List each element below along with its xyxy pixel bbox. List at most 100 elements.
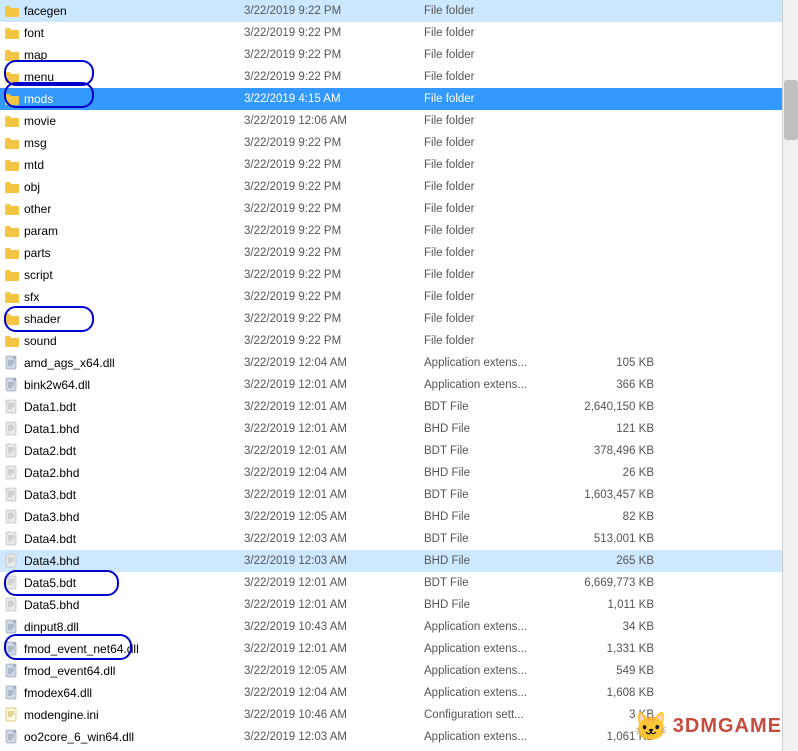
file-row[interactable]: parts 3/22/2019 9:22 PM File folder bbox=[0, 242, 798, 264]
file-row[interactable]: other 3/22/2019 9:22 PM File folder bbox=[0, 198, 798, 220]
file-date: 3/22/2019 12:01 AM bbox=[244, 577, 424, 589]
file-date: 3/22/2019 4:15 AM bbox=[244, 93, 424, 105]
file-row[interactable]: Data1.bdt 3/22/2019 12:01 AM BDT File 2,… bbox=[0, 396, 798, 418]
file-type: BHD File bbox=[424, 511, 584, 523]
folder-icon bbox=[4, 135, 20, 151]
file-row[interactable]: mods 3/22/2019 4:15 AM File folder bbox=[0, 88, 798, 110]
file-row[interactable]: sound 3/22/2019 9:22 PM File folder bbox=[0, 330, 798, 352]
dll-icon bbox=[4, 355, 20, 371]
file-row[interactable]: script 3/22/2019 9:22 PM File folder bbox=[0, 264, 798, 286]
file-date: 3/22/2019 12:01 AM bbox=[244, 445, 424, 457]
file-row[interactable]: shader 3/22/2019 9:22 PM File folder bbox=[0, 308, 798, 330]
file-type: Application extens... bbox=[424, 643, 584, 655]
file-label: facegen bbox=[24, 4, 67, 18]
file-label: Data5.bhd bbox=[24, 598, 79, 612]
file-icon bbox=[4, 597, 20, 613]
file-type: Application extens... bbox=[424, 621, 584, 633]
file-row[interactable]: movie 3/22/2019 12:06 AM File folder bbox=[0, 110, 798, 132]
file-icon bbox=[4, 421, 20, 437]
file-row[interactable]: menu 3/22/2019 9:22 PM File folder bbox=[0, 66, 798, 88]
file-row[interactable]: facegen 3/22/2019 9:22 PM File folder bbox=[0, 0, 798, 22]
file-row[interactable]: amd_ags_x64.dll 3/22/2019 12:04 AM Appli… bbox=[0, 352, 798, 374]
file-date: 3/22/2019 9:22 PM bbox=[244, 247, 424, 259]
ini-icon bbox=[4, 707, 20, 723]
file-icon bbox=[4, 399, 20, 415]
file-size: 6,669,773 KB bbox=[584, 577, 674, 589]
file-name: mods bbox=[4, 91, 244, 107]
dll-icon bbox=[4, 641, 20, 657]
file-label: Data1.bdt bbox=[24, 400, 76, 414]
file-icon bbox=[4, 553, 20, 569]
file-type: BHD File bbox=[424, 467, 584, 479]
file-label: Data3.bdt bbox=[24, 488, 76, 502]
folder-icon bbox=[4, 25, 20, 41]
file-row[interactable]: Data5.bdt 3/22/2019 12:01 AM BDT File 6,… bbox=[0, 572, 798, 594]
file-type: BDT File bbox=[424, 577, 584, 589]
file-type: File folder bbox=[424, 225, 584, 237]
file-row[interactable]: fmod_event_net64.dll 3/22/2019 12:01 AM … bbox=[0, 638, 798, 660]
file-size: 105 KB bbox=[584, 357, 674, 369]
file-label: shader bbox=[24, 312, 61, 326]
file-size: 513,001 KB bbox=[584, 533, 674, 545]
file-row[interactable]: mtd 3/22/2019 9:22 PM File folder bbox=[0, 154, 798, 176]
file-type: File folder bbox=[424, 159, 584, 171]
file-label: obj bbox=[24, 180, 40, 194]
file-label: fmod_event64.dll bbox=[24, 664, 115, 678]
file-row[interactable]: dinput8.dll 3/22/2019 10:43 AM Applicati… bbox=[0, 616, 798, 638]
file-list[interactable]: facegen 3/22/2019 9:22 PM File folder fo… bbox=[0, 0, 798, 751]
watermark-cat: 🐱 bbox=[634, 710, 669, 743]
file-row[interactable]: bink2w64.dll 3/22/2019 12:01 AM Applicat… bbox=[0, 374, 798, 396]
file-row[interactable]: fmodex64.dll 3/22/2019 12:04 AM Applicat… bbox=[0, 682, 798, 704]
file-size: 1,608 KB bbox=[584, 687, 674, 699]
dll-icon bbox=[4, 685, 20, 701]
file-row[interactable]: map 3/22/2019 9:22 PM File folder bbox=[0, 44, 798, 66]
file-row[interactable]: Data2.bdt 3/22/2019 12:01 AM BDT File 37… bbox=[0, 440, 798, 462]
file-label: amd_ags_x64.dll bbox=[24, 356, 115, 370]
file-type: File folder bbox=[424, 247, 584, 259]
file-label: Data1.bhd bbox=[24, 422, 79, 436]
file-type: File folder bbox=[424, 181, 584, 193]
file-row[interactable]: obj 3/22/2019 9:22 PM File folder bbox=[0, 176, 798, 198]
file-type: BDT File bbox=[424, 489, 584, 501]
file-date: 3/22/2019 12:01 AM bbox=[244, 401, 424, 413]
file-icon bbox=[4, 443, 20, 459]
file-date: 3/22/2019 9:22 PM bbox=[244, 49, 424, 61]
file-row[interactable]: Data2.bhd 3/22/2019 12:04 AM BHD File 26… bbox=[0, 462, 798, 484]
file-type: File folder bbox=[424, 93, 584, 105]
file-date: 3/22/2019 12:01 AM bbox=[244, 643, 424, 655]
file-name: Data5.bdt bbox=[4, 575, 244, 591]
file-date: 3/22/2019 10:43 AM bbox=[244, 621, 424, 633]
file-date: 3/22/2019 12:01 AM bbox=[244, 379, 424, 391]
file-date: 3/22/2019 9:22 PM bbox=[244, 137, 424, 149]
file-size: 34 KB bbox=[584, 621, 674, 633]
file-row[interactable]: Data4.bdt 3/22/2019 12:03 AM BDT File 51… bbox=[0, 528, 798, 550]
folder-icon bbox=[4, 113, 20, 129]
file-row[interactable]: sfx 3/22/2019 9:22 PM File folder bbox=[0, 286, 798, 308]
file-date: 3/22/2019 12:06 AM bbox=[244, 115, 424, 127]
file-label: menu bbox=[24, 70, 54, 84]
file-row[interactable]: Data1.bhd 3/22/2019 12:01 AM BHD File 12… bbox=[0, 418, 798, 440]
file-type: File folder bbox=[424, 291, 584, 303]
file-date: 3/22/2019 12:04 AM bbox=[244, 467, 424, 479]
dll-icon bbox=[4, 619, 20, 635]
file-row[interactable]: Data3.bdt 3/22/2019 12:01 AM BDT File 1,… bbox=[0, 484, 798, 506]
file-label: Data2.bdt bbox=[24, 444, 76, 458]
file-size: 1,331 KB bbox=[584, 643, 674, 655]
file-label: sound bbox=[24, 334, 57, 348]
file-date: 3/22/2019 9:22 PM bbox=[244, 181, 424, 193]
file-date: 3/22/2019 9:22 PM bbox=[244, 27, 424, 39]
scrollbar[interactable] bbox=[782, 0, 798, 751]
file-row[interactable]: Data5.bhd 3/22/2019 12:01 AM BHD File 1,… bbox=[0, 594, 798, 616]
file-name: menu bbox=[4, 69, 244, 85]
file-date: 3/22/2019 9:22 PM bbox=[244, 159, 424, 171]
file-row[interactable]: Data3.bhd 3/22/2019 12:05 AM BHD File 82… bbox=[0, 506, 798, 528]
file-name: param bbox=[4, 223, 244, 239]
file-type: File folder bbox=[424, 335, 584, 347]
file-row[interactable]: msg 3/22/2019 9:22 PM File folder bbox=[0, 132, 798, 154]
file-row[interactable]: Data4.bhd 3/22/2019 12:03 AM BHD File 26… bbox=[0, 550, 798, 572]
file-row[interactable]: fmod_event64.dll 3/22/2019 12:05 AM Appl… bbox=[0, 660, 798, 682]
file-row[interactable]: param 3/22/2019 9:22 PM File folder bbox=[0, 220, 798, 242]
file-row[interactable]: font 3/22/2019 9:22 PM File folder bbox=[0, 22, 798, 44]
folder-icon bbox=[4, 3, 20, 19]
file-type: Application extens... bbox=[424, 357, 584, 369]
